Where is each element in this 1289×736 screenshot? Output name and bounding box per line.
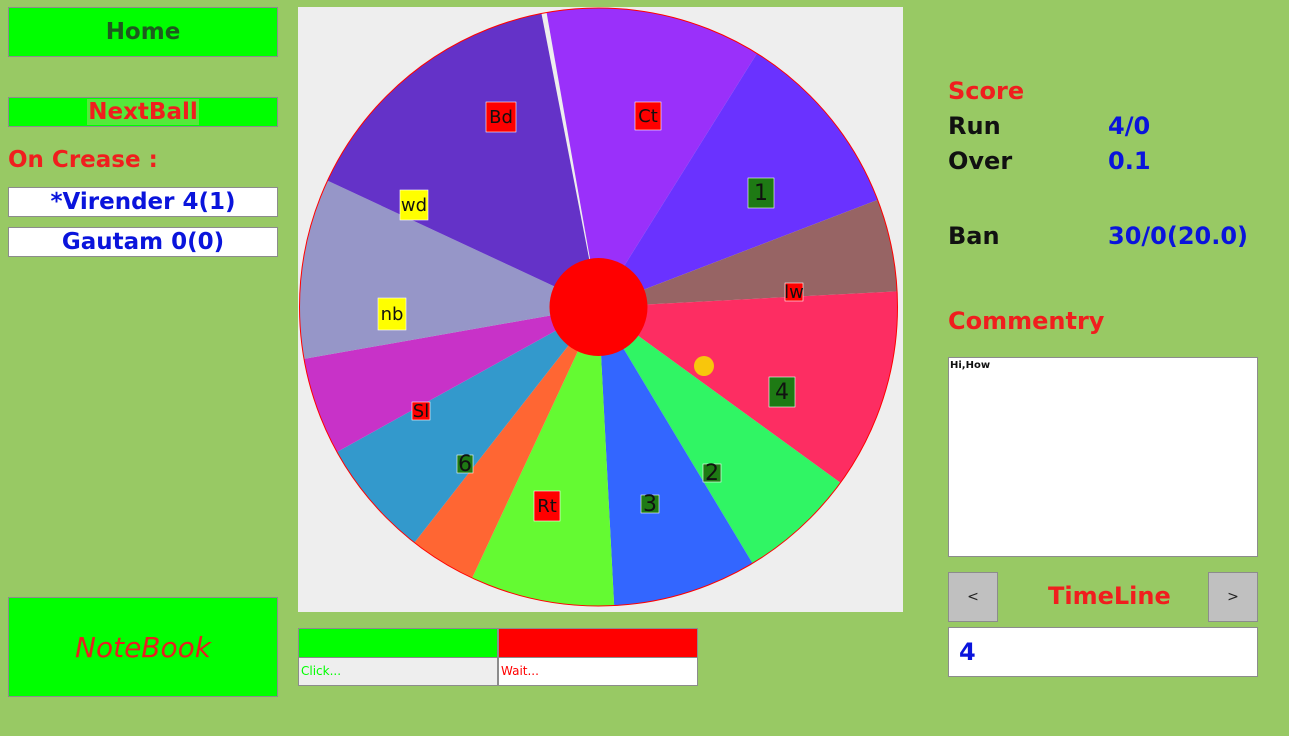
run-value: 4/0 (1108, 112, 1151, 140)
wheel-label-text: Bd (489, 107, 513, 128)
wheel-label-wd: wd (399, 189, 429, 221)
wheel-label-6: 6 (456, 452, 474, 477)
commentary-textarea[interactable]: Hi,How (948, 357, 1258, 557)
next-ball-button[interactable]: NextBall (8, 97, 278, 127)
wheel-label-nb: nb (377, 297, 407, 331)
timeline-prev-button[interactable]: < (948, 572, 998, 622)
wheel-label-lw: lw (784, 282, 804, 303)
score-heading: Score (948, 77, 1025, 105)
wheel-label-text: wd (401, 195, 427, 216)
opponent-team-label: Ban (948, 222, 1000, 250)
wheel-label-text: Rt (537, 496, 557, 517)
click-status-bar (298, 628, 498, 658)
wheel-label-4: 4 (768, 376, 796, 408)
next-ball-label: NextBall (87, 99, 199, 125)
wait-status-bar (498, 628, 698, 658)
click-status-text: Click... (298, 657, 498, 686)
wheel-label-2: 2 (702, 461, 722, 486)
over-label: Over (948, 147, 1013, 175)
wheel-label-ct: Ct (634, 101, 662, 131)
run-label: Run (948, 112, 1001, 140)
opponent-team-score: 30/0(20.0) (1108, 222, 1249, 250)
timeline-heading: TimeLine (1048, 582, 1171, 610)
notebook-button[interactable]: NoteBook (8, 597, 278, 697)
wait-status-text: Wait... (498, 657, 698, 686)
over-value: 0.1 (1108, 147, 1151, 175)
wheel-label-sl: Sl (411, 401, 431, 422)
ball-marker (694, 356, 714, 376)
wheel-label-text: 3 (643, 492, 657, 517)
timeline-next-button[interactable]: > (1208, 572, 1258, 622)
wheel-label-text: 2 (705, 461, 719, 486)
wheel-label-3: 3 (640, 492, 660, 517)
on-crease-label: On Crease : (8, 147, 158, 173)
wheel-label-text: 4 (775, 380, 789, 405)
timeline-value: 4 (948, 627, 1258, 677)
scoring-wheel[interactable]: Ct 1 lw 4 2 3 Rt 6 Sl nb wd Bd (298, 7, 903, 612)
commentary-heading: Commentry (948, 307, 1105, 335)
wheel-label-text: Sl (413, 401, 429, 422)
wheel-label-text: 1 (754, 181, 768, 206)
wheel-hub[interactable] (549, 258, 648, 356)
batter-non-striker: Gautam 0(0) (8, 227, 278, 257)
wheel-label-bd: Bd (485, 101, 517, 133)
wheel-label-text: 6 (458, 452, 472, 477)
wheel-label-1: 1 (747, 177, 775, 209)
wheel-label-rt: Rt (533, 490, 561, 522)
batter-striker: *Virender 4(1) (8, 187, 278, 217)
wheel-label-text: lw (784, 282, 804, 303)
home-button[interactable]: Home (8, 7, 278, 57)
wheel-label-text: Ct (638, 106, 658, 127)
scoring-wheel-panel: Ct 1 lw 4 2 3 Rt 6 Sl nb wd Bd (298, 7, 903, 612)
wheel-label-text: nb (381, 304, 404, 325)
